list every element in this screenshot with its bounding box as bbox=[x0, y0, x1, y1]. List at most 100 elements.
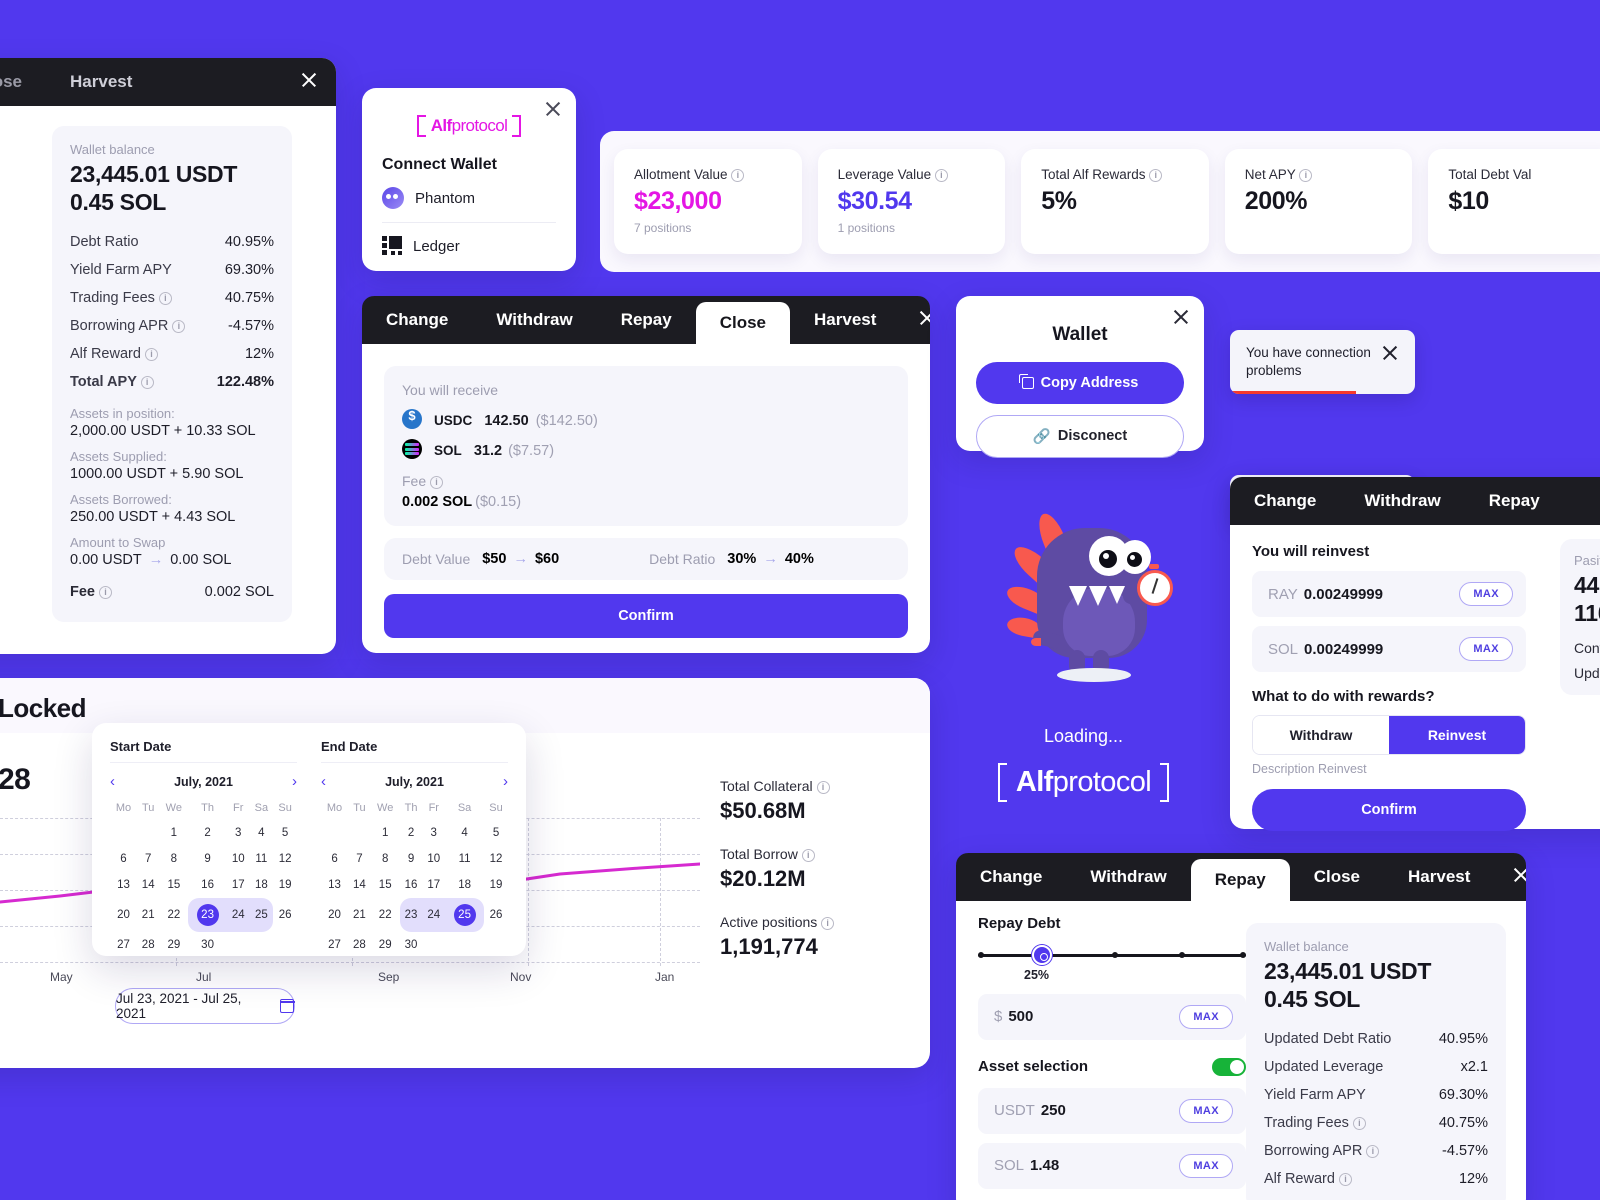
max-button[interactable]: MAX bbox=[1179, 1004, 1233, 1029]
day-cell[interactable]: 15 bbox=[159, 872, 188, 898]
segment-reinvest[interactable]: Reinvest bbox=[1389, 716, 1525, 754]
chevron-right-icon[interactable]: › bbox=[503, 773, 508, 790]
day-cell[interactable]: 19 bbox=[273, 872, 297, 898]
toast-close-button[interactable] bbox=[1381, 344, 1399, 365]
day-cell[interactable]: 14 bbox=[137, 872, 160, 898]
day-cell[interactable]: 1 bbox=[371, 820, 400, 846]
reinvest-row-ray[interactable]: RAY 0.00249999 MAX bbox=[1252, 571, 1526, 617]
day-cell[interactable]: 30 bbox=[188, 932, 227, 958]
day-cell[interactable]: 21 bbox=[348, 898, 371, 932]
tab-harvest[interactable]: Harvest bbox=[46, 58, 156, 106]
day-cell[interactable]: 8 bbox=[159, 846, 188, 872]
info-icon[interactable]: i bbox=[158, 292, 172, 306]
info-icon[interactable]: i bbox=[821, 917, 835, 930]
tvl-date-range-button[interactable]: Jul 23, 2021 - Jul 25, 2021 bbox=[115, 988, 295, 1024]
day-cell[interactable]: 2 bbox=[188, 820, 227, 846]
day-cell[interactable]: 3 bbox=[422, 820, 445, 846]
info-icon[interactable]: i bbox=[172, 320, 186, 334]
repay-close-button[interactable] bbox=[1494, 853, 1526, 901]
day-cell[interactable]: 8 bbox=[371, 846, 400, 872]
day-cell[interactable] bbox=[250, 932, 274, 958]
day-cell[interactable]: 9 bbox=[400, 846, 423, 872]
day-cell-selected[interactable]: 25 bbox=[445, 898, 485, 932]
reinvest-row-sol[interactable]: SOL 0.00249999 MAX bbox=[1252, 626, 1526, 672]
tab-repay[interactable]: Repay bbox=[1190, 859, 1290, 901]
tab-change[interactable]: Change bbox=[1230, 477, 1340, 525]
reinvest-confirm-button[interactable]: Confirm bbox=[1252, 789, 1526, 831]
day-cell[interactable]: 4 bbox=[250, 820, 274, 846]
info-icon[interactable]: i bbox=[801, 849, 815, 862]
day-cell[interactable] bbox=[348, 820, 371, 846]
day-cell[interactable]: 9 bbox=[188, 846, 227, 872]
day-cell-in-range[interactable]: 25 bbox=[249, 898, 274, 932]
day-cell[interactable]: 10 bbox=[422, 846, 445, 872]
asset-selection-toggle[interactable] bbox=[1212, 1057, 1246, 1076]
day-cell[interactable]: 16 bbox=[188, 872, 227, 898]
day-cell[interactable]: 11 bbox=[250, 846, 274, 872]
day-cell[interactable]: 1 bbox=[159, 820, 188, 846]
tab-withdraw[interactable]: Withdraw bbox=[1340, 477, 1464, 525]
day-cell[interactable]: 4 bbox=[445, 820, 484, 846]
chevron-left-icon[interactable]: ‹ bbox=[321, 773, 326, 790]
day-cell[interactable]: 13 bbox=[110, 872, 137, 898]
info-icon[interactable]: i bbox=[1149, 169, 1163, 182]
day-cell-in-range[interactable]: 24 bbox=[422, 898, 446, 932]
tab-close[interactable]: lose bbox=[0, 58, 46, 106]
info-icon[interactable]: i bbox=[816, 781, 830, 794]
day-cell-selected[interactable]: 23 bbox=[188, 898, 227, 932]
day-cell[interactable]: 17 bbox=[422, 872, 445, 898]
day-cell[interactable] bbox=[227, 932, 250, 958]
stat-card-rewards[interactable]: Total Alf Rewards i 5% bbox=[1021, 149, 1209, 254]
max-button[interactable]: MAX bbox=[1459, 637, 1513, 661]
day-cell[interactable] bbox=[422, 932, 445, 958]
day-cell[interactable]: 5 bbox=[273, 820, 297, 846]
day-cell[interactable]: 3 bbox=[227, 820, 250, 846]
repay-amount-field[interactable]: $500 MAX bbox=[978, 993, 1246, 1040]
day-cell[interactable]: 10 bbox=[227, 846, 250, 872]
day-cell[interactable]: 18 bbox=[250, 872, 274, 898]
day-cell[interactable]: 18 bbox=[445, 872, 484, 898]
tab-change[interactable]: Change bbox=[956, 853, 1066, 901]
day-cell[interactable]: 7 bbox=[137, 846, 160, 872]
tab-harvest[interactable]: Harvest bbox=[790, 296, 900, 344]
info-icon[interactable]: i bbox=[731, 169, 745, 182]
repay-slider[interactable] bbox=[978, 945, 1246, 965]
day-cell[interactable]: 27 bbox=[321, 932, 348, 958]
close-confirm-button[interactable]: Confirm bbox=[384, 594, 908, 638]
day-cell[interactable]: 12 bbox=[484, 846, 508, 872]
info-icon[interactable]: i bbox=[1299, 169, 1313, 182]
info-icon[interactable]: i bbox=[1366, 1145, 1380, 1159]
info-icon[interactable]: i bbox=[140, 376, 154, 390]
copy-address-button[interactable]: Copy Address bbox=[976, 362, 1184, 404]
max-button[interactable]: MAX bbox=[1179, 1153, 1233, 1178]
disconnect-button[interactable]: 🔗 Disconect bbox=[976, 415, 1184, 458]
day-cell[interactable]: 22 bbox=[159, 898, 188, 932]
day-cell[interactable]: 19 bbox=[484, 872, 508, 898]
day-cell[interactable]: 22 bbox=[371, 898, 400, 932]
day-cell[interactable]: 14 bbox=[348, 872, 371, 898]
wallet-modal-close[interactable] bbox=[1172, 308, 1190, 331]
info-icon[interactable]: i bbox=[934, 169, 948, 182]
stat-card-totaldebt[interactable]: Total Debt Val $10 bbox=[1428, 149, 1600, 254]
day-cell[interactable]: 20 bbox=[321, 898, 348, 932]
tab-repay[interactable]: Repay bbox=[597, 296, 696, 344]
day-cell[interactable]: 17 bbox=[227, 872, 250, 898]
chevron-left-icon[interactable]: ‹ bbox=[110, 773, 115, 790]
day-cell[interactable]: 6 bbox=[110, 846, 137, 872]
day-cell[interactable] bbox=[484, 932, 508, 958]
repay-asset-usdt[interactable]: USDT 250 MAX bbox=[978, 1087, 1246, 1134]
info-icon[interactable]: i bbox=[99, 586, 113, 600]
segment-withdraw[interactable]: Withdraw bbox=[1253, 716, 1389, 754]
wallet-option-phantom[interactable]: Phantom bbox=[382, 174, 556, 223]
tab-harvest[interactable]: Harvest bbox=[1384, 853, 1494, 901]
tab-withdraw[interactable]: Withdraw bbox=[1066, 853, 1190, 901]
day-cell[interactable] bbox=[273, 932, 297, 958]
tab-withdraw[interactable]: Withdraw bbox=[472, 296, 596, 344]
tab-close[interactable]: Close bbox=[695, 302, 791, 344]
day-cell[interactable]: 29 bbox=[371, 932, 400, 958]
day-cell[interactable]: 13 bbox=[321, 872, 348, 898]
day-cell[interactable]: 28 bbox=[137, 932, 160, 958]
max-button[interactable]: MAX bbox=[1179, 1098, 1233, 1123]
repay-asset-sol[interactable]: SOL 1.48 MAX bbox=[978, 1142, 1246, 1189]
close-modal-close-button[interactable] bbox=[900, 296, 930, 344]
